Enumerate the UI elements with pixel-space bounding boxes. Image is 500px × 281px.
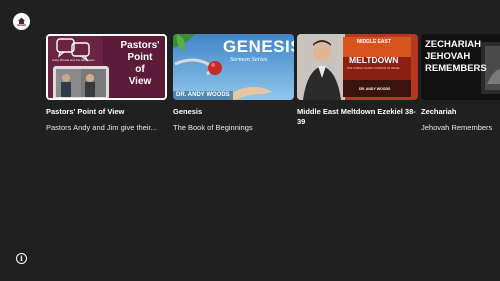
series-title: Genesis [173,107,203,116]
thumb-title-line: View [128,76,152,87]
thumb-heading-line: ZECHARIAH [425,39,481,50]
thumb-book-title: MELTDOWN [349,55,399,65]
thumb-book-top: MIDDLE EAST [357,39,391,45]
thumb-book-subtitle: THE COMING ISLAMIC INVASION OF ISRAEL [347,67,400,70]
series-subtitle: Pastors Andy and Jim give their... [46,123,157,132]
series-thumbnail: Pastors' Point of View Andy Woods and Ji… [46,34,167,100]
series-card-zechariah[interactable]: ZECHARIAH JEHOVAH REMEMBERS Zechariah Je… [421,34,500,133]
thumb-heading-line: JEHOVAH [425,51,471,62]
series-title: Middle East Meltdown Ezekiel 38-39 [297,107,416,126]
series-thumbnail: GENESIS Sermon Series DR. ANDY WOODS [173,34,294,100]
thumb-book-author: DR. ANDY WOODS [359,87,391,91]
thumb-subheading: Sermon Series [230,56,268,63]
series-thumbnail: MIDDLE EAST MELTDOWN THE COMING ISLAMIC … [297,34,418,100]
thumb-title-line: of [135,64,145,75]
app-screen: Pastors' Point of View Andy Woods and Ji… [0,0,500,281]
series-subtitle: The Book of Beginnings [173,123,253,132]
series-card-middle-east-meltdown[interactable]: MIDDLE EAST MELTDOWN THE COMING ISLAMIC … [297,34,418,133]
series-title: Pastors' Point of View [46,107,125,116]
series-card-genesis[interactable]: GENESIS Sermon Series DR. ANDY WOODS Gen… [173,34,294,133]
thumb-title-line: Pastors' [120,40,160,51]
thumb-heading: GENESIS [223,37,294,56]
thumb-caption: Andy Woods and Jim McGowan [52,58,95,62]
thumb-title-line: Point [127,52,153,63]
thumb-author: DR. ANDY WOODS [176,92,230,98]
info-glyph: i [20,254,23,263]
series-title: Zechariah [421,107,457,116]
series-row: Pastors' Point of View Andy Woods and Ji… [46,34,500,144]
series-thumbnail: ZECHARIAH JEHOVAH REMEMBERS [421,34,500,100]
series-subtitle: Jehovah Remembers [421,123,493,132]
church-logo-icon [13,13,30,30]
thumb-heading-line: REMEMBERS [425,63,487,74]
series-card-pastors-point-of-view[interactable]: Pastors' Point of View Andy Woods and Ji… [46,34,167,133]
info-icon[interactable]: i [16,253,27,264]
